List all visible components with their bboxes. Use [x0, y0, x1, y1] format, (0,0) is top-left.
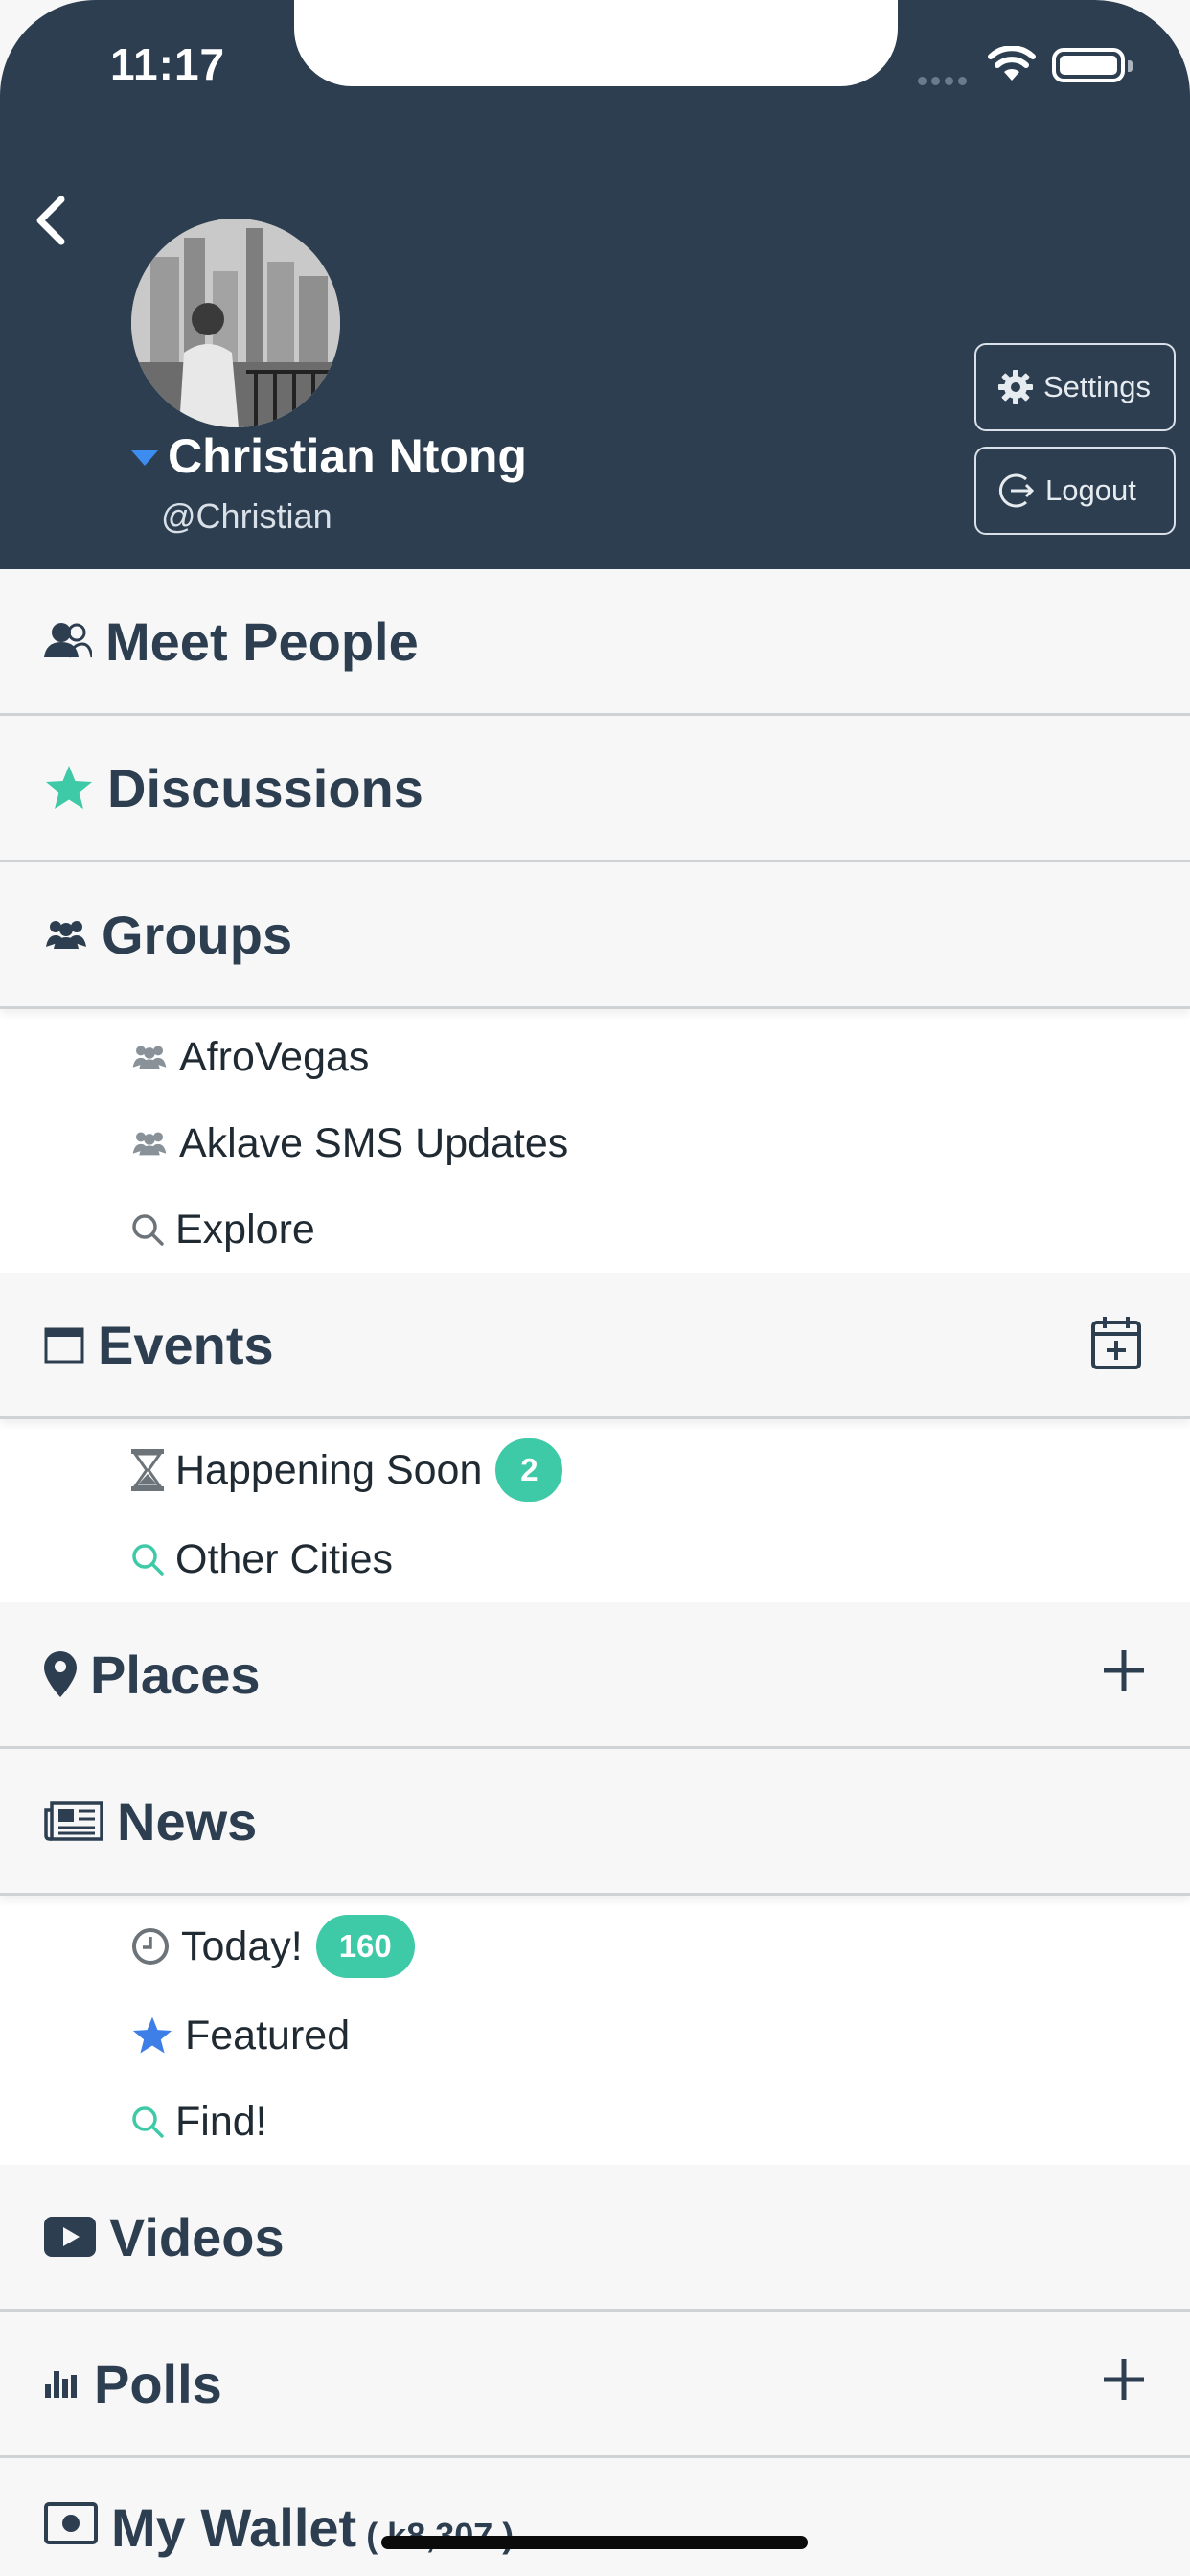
- submenu-item-featured[interactable]: Featured: [0, 1992, 1190, 2079]
- submenu-item-other-cities[interactable]: Other Cities: [0, 1516, 1190, 1602]
- side-menu: Meet People Discussions Groups AfroVegas…: [0, 569, 1190, 2576]
- submenu-label: Other Cities: [175, 1535, 394, 1582]
- submenu-label: Happening Soon: [175, 1446, 483, 1493]
- menu-groups[interactable]: Groups: [0, 862, 1190, 1009]
- settings-label: Settings: [1043, 370, 1152, 403]
- menu-meet-people[interactable]: Meet People: [0, 569, 1190, 716]
- status-time: 11:17: [110, 39, 226, 89]
- app-screen: 11:17 Christian Ntong @Christian Setting…: [0, 0, 1190, 2576]
- count-badge: 160: [315, 1915, 415, 1978]
- submenu-label: AfroVegas: [179, 1033, 370, 1080]
- menu-discussions[interactable]: Discussions: [0, 716, 1190, 862]
- star-icon: [132, 2016, 172, 2054]
- wifi-icon: [988, 46, 1036, 80]
- menu-my-wallet[interactable]: My Wallet ( k8,307 ): [0, 2458, 1190, 2576]
- menu-places[interactable]: Places: [0, 1602, 1190, 1749]
- submenu-item-aklave-sms-updates[interactable]: Aklave SMS Updates: [0, 1100, 1190, 1186]
- search-icon: [132, 2106, 164, 2138]
- map-pin-icon: [44, 1651, 77, 1697]
- news-submenu: Today! 160 Featured Find!: [0, 1896, 1190, 2165]
- battery-icon: [1052, 48, 1133, 82]
- plus-icon[interactable]: [1100, 2356, 1148, 2404]
- profile-name[interactable]: Christian Ntong: [168, 428, 527, 484]
- menu-news-label: News: [117, 1790, 258, 1852]
- menu-events-label: Events: [98, 1314, 274, 1375]
- profile-header: 11:17 Christian Ntong @Christian Setting…: [0, 0, 1190, 569]
- settings-button[interactable]: Settings: [974, 343, 1176, 431]
- submenu-item-find[interactable]: Find!: [0, 2079, 1190, 2165]
- profile-handle: @Christian: [161, 496, 332, 536]
- count-badge: 2: [495, 1438, 563, 1502]
- submenu-label: Featured: [185, 2012, 351, 2058]
- menu-polls-label: Polls: [94, 2353, 222, 2414]
- group-icon: [132, 1046, 167, 1070]
- star-icon: [46, 766, 92, 809]
- avatar[interactable]: [131, 218, 340, 427]
- hourglass-icon: [131, 1449, 164, 1491]
- device-notch: [294, 0, 898, 86]
- video-play-icon: [44, 2217, 96, 2257]
- menu-discussions-label: Discussions: [107, 757, 423, 818]
- caret-down-icon[interactable]: [131, 450, 158, 466]
- menu-videos[interactable]: Videos: [0, 2165, 1190, 2312]
- submenu-label: Today!: [181, 1922, 303, 1969]
- submenu-item-today[interactable]: Today! 160: [0, 1900, 1190, 1992]
- submenu-label: Find!: [175, 2098, 267, 2145]
- submenu-item-explore[interactable]: Explore: [0, 1186, 1190, 1273]
- menu-events[interactable]: Events: [0, 1273, 1190, 1419]
- menu-meet-people-label: Meet People: [105, 610, 419, 672]
- groups-icon: [46, 921, 86, 949]
- submenu-item-happening-soon[interactable]: Happening Soon 2: [0, 1424, 1190, 1516]
- logout-button[interactable]: Logout: [974, 447, 1176, 535]
- meet-people-icon: [44, 623, 92, 658]
- clock-icon: [132, 1928, 169, 1965]
- cellular-signal-icon: [918, 73, 975, 85]
- calendar-icon: [44, 1327, 84, 1364]
- home-indicator[interactable]: [381, 2536, 808, 2549]
- gear-icon: [998, 370, 1033, 404]
- newspaper-icon: [44, 1801, 103, 1841]
- calendar-add-icon[interactable]: [1090, 1315, 1142, 1370]
- submenu-label: Aklave SMS Updates: [179, 1119, 569, 1166]
- logout-icon: [998, 473, 1035, 508]
- logout-label: Logout: [1045, 473, 1136, 507]
- bar-chart-icon: [45, 2371, 77, 2398]
- menu-videos-label: Videos: [109, 2206, 285, 2267]
- menu-polls[interactable]: Polls: [0, 2312, 1190, 2458]
- plus-icon[interactable]: [1100, 1646, 1148, 1694]
- events-submenu: Happening Soon 2 Other Cities: [0, 1419, 1190, 1602]
- menu-my-wallet-label: My Wallet: [111, 2497, 357, 2558]
- back-arrow-icon[interactable]: [29, 192, 77, 249]
- menu-places-label: Places: [90, 1644, 261, 1705]
- menu-news[interactable]: News: [0, 1749, 1190, 1896]
- group-icon: [132, 1132, 167, 1156]
- menu-groups-label: Groups: [102, 904, 293, 965]
- search-icon: [132, 1544, 164, 1576]
- groups-submenu: AfroVegas Aklave SMS Updates Explore: [0, 1009, 1190, 1273]
- submenu-label: Explore: [175, 1206, 315, 1253]
- search-icon: [132, 1214, 164, 1246]
- wallet-icon: [44, 2502, 98, 2544]
- avatar-photo: [131, 218, 340, 427]
- submenu-item-afrovegas[interactable]: AfroVegas: [0, 1014, 1190, 1100]
